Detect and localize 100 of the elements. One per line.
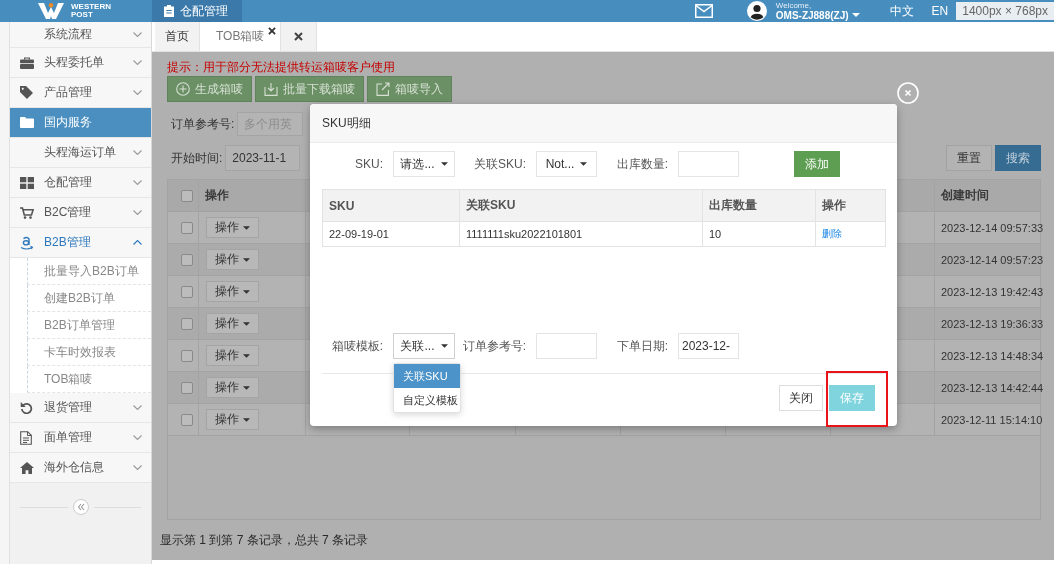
checkbox[interactable] [181, 349, 193, 362]
caret-down-icon [243, 257, 250, 262]
caret-down-icon [243, 353, 250, 358]
caret-down-icon [440, 162, 448, 166]
document-icon [20, 430, 32, 445]
home-icon [20, 461, 34, 474]
sidebar-item[interactable]: 系统流程 [10, 22, 151, 48]
close-icon[interactable] [268, 27, 277, 35]
summary-text: 显示第 1 到第 7 条记录，总共 7 条记录 [160, 534, 369, 546]
envelope-icon[interactable] [694, 4, 713, 18]
sidebar-item[interactable]: B2C管理 [10, 198, 151, 228]
date-field[interactable]: 2023-11-1 [225, 145, 301, 171]
action-dropdown-button[interactable]: 操作 [206, 313, 259, 334]
chevron-down-icon [133, 405, 142, 410]
select-dropdown[interactable]: 关联... [393, 333, 455, 359]
sidebar-item[interactable]: 国内服务 [10, 108, 151, 138]
language-link[interactable]: 中文 [889, 2, 914, 20]
folder-icon [20, 117, 34, 128]
sidebar-subitem[interactable]: 批量导入B2B订单 [27, 258, 151, 285]
field-label: SKU: [355, 157, 383, 171]
table-header-cell: 操作 [199, 180, 306, 211]
external-link-icon [376, 82, 390, 96]
tab[interactable]: 首页 [155, 22, 200, 51]
checkbox[interactable] [181, 317, 193, 330]
delete-link[interactable]: 删除 [822, 227, 842, 241]
sidebar-item[interactable]: 海外仓信息 [10, 453, 151, 483]
caret-down-icon [243, 321, 250, 326]
action-dropdown-button[interactable]: 操作 [206, 377, 259, 398]
user-menu[interactable]: OMS-ZJ888(ZJ) [775, 9, 860, 21]
language-link[interactable]: EN [931, 4, 949, 18]
table-header-cell: 关联SKU [460, 190, 703, 221]
caret-down-icon [243, 289, 250, 294]
chevron-down-icon [133, 435, 142, 440]
sidebar-item[interactable]: 退货管理 [10, 393, 151, 423]
text-field[interactable]: 2023-12- [678, 333, 739, 359]
sidebar-item[interactable]: 产品管理 [10, 78, 151, 108]
sidebar-subitem[interactable]: 卡车时效报表 [27, 339, 151, 366]
size-indicator: 1400px × 768px [956, 2, 1054, 20]
select-dropdown[interactable]: 请选... [393, 151, 455, 177]
checkbox[interactable] [181, 221, 193, 234]
chevron-down-icon [133, 32, 142, 37]
action-dropdown-button[interactable]: 操作 [206, 345, 259, 366]
field-label: 订单参考号: [462, 337, 526, 355]
chevron-up-icon [133, 240, 142, 245]
sidebar-subitem[interactable]: 创建B2B订单 [27, 285, 151, 312]
checkbox[interactable] [181, 189, 193, 202]
chevron-down-icon [133, 465, 142, 470]
search-button[interactable]: 搜索 [995, 145, 1041, 171]
field-label: 开始时间: [171, 149, 223, 167]
sidebar-item[interactable]: 头程海运订单 [10, 138, 151, 168]
double-chevron-left-icon[interactable] [72, 499, 89, 515]
chevron-down-icon [133, 60, 142, 65]
action-dropdown-button[interactable]: 操作 [206, 409, 259, 430]
field-label: 订单参考号: [171, 115, 235, 133]
chevron-down-icon [133, 180, 142, 185]
close-icon [294, 32, 304, 41]
sidebar-item[interactable]: 头程委托单 [10, 48, 151, 78]
caret-down-icon [243, 385, 250, 390]
action-dropdown-button[interactable]: 操作 [206, 217, 259, 238]
caret-down-icon [580, 162, 588, 166]
action-dropdown-button[interactable]: 操作 [206, 249, 259, 270]
field-label: 关联SKU: [474, 155, 526, 173]
checkbox[interactable] [181, 285, 193, 298]
table-cell-text: 2023-12-11 15:14:10 [940, 412, 1040, 428]
caret-down-icon [243, 225, 250, 230]
close-all-tab[interactable] [281, 22, 318, 51]
chevron-down-icon [133, 90, 142, 95]
sidebar-item[interactable]: B2B管理 [10, 228, 151, 258]
logo-text: WESTERN POST [71, 3, 111, 19]
field-label: 下单日期: [616, 337, 668, 355]
module-tab[interactable]: 仓配管理 [152, 0, 242, 22]
hint-text: 提示：用于部分无法提供转运箱唛客户使用 [167, 60, 395, 74]
smile-arrow-icon [20, 234, 34, 251]
briefcase-icon [20, 56, 34, 69]
checkbox[interactable] [181, 381, 193, 394]
field-label: 出库数量: [616, 155, 668, 173]
greeting-text: Welcome, [775, 1, 813, 10]
tag-icon [20, 86, 33, 99]
checkbox[interactable] [181, 413, 193, 426]
action-dropdown-button[interactable]: 操作 [206, 281, 259, 302]
cart-icon [20, 206, 34, 219]
close-button[interactable]: 关闭 [779, 385, 823, 411]
select-dropdown[interactable]: Not... [536, 151, 597, 177]
caret-down-icon [440, 344, 448, 348]
chevron-down-icon [133, 150, 142, 155]
plus-circle-icon [176, 82, 190, 96]
sidebar-item[interactable]: 面单管理 [10, 423, 151, 453]
chevron-down-icon [133, 210, 142, 215]
table-header-cell-text: 创建时间 [940, 187, 990, 204]
reset-button[interactable]: 重置 [946, 145, 992, 171]
sidebar-subitem[interactable]: B2B订单管理 [27, 312, 151, 339]
download-icon [264, 82, 278, 96]
logo-icon [38, 3, 64, 19]
table-header-cell: SKU [323, 190, 460, 221]
sidebar-item[interactable]: 仓配管理 [10, 168, 151, 198]
grid-icon [20, 176, 34, 189]
dialog-title: SKU明细 [322, 114, 371, 132]
checkbox[interactable] [181, 253, 193, 266]
menu-item[interactable]: 自定义模板 [394, 388, 460, 412]
table-cell: 1111111sku2022101801 [460, 222, 703, 246]
